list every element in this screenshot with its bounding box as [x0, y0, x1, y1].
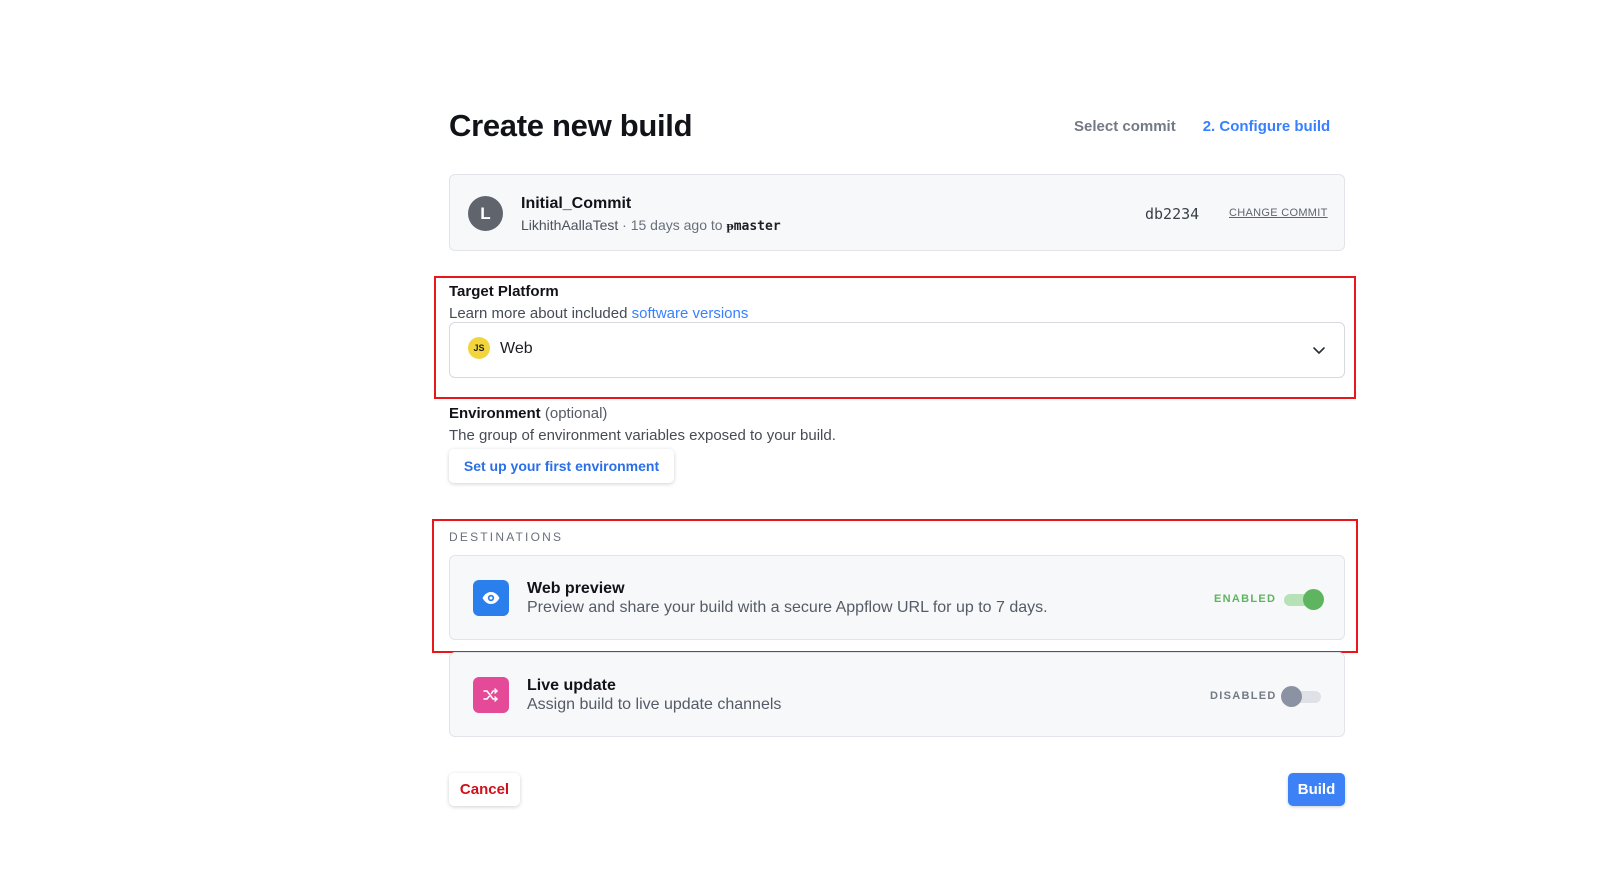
commit-meta: LikhithAallaTest · 15 days ago to ᵽmaste… — [521, 217, 781, 234]
javascript-icon: JS — [468, 337, 490, 359]
destinations-heading: DESTINATIONS — [449, 530, 564, 544]
web-preview-toggle[interactable] — [1282, 589, 1324, 610]
page-title: Create new build — [449, 108, 693, 143]
build-button[interactable]: Build — [1288, 773, 1345, 806]
live-update-description: Assign build to live update channels — [527, 696, 782, 713]
step-select-commit[interactable]: Select commit — [1074, 118, 1176, 135]
cancel-button[interactable]: Cancel — [449, 773, 520, 806]
git-branch-icon: ᵽ — [726, 219, 734, 234]
step-configure-build[interactable]: 2. Configure build — [1203, 118, 1331, 135]
target-platform-label: Target Platform — [449, 283, 559, 300]
web-preview-title: Web preview — [527, 580, 625, 597]
commit-branch: master — [733, 219, 781, 234]
commit-author: LikhithAallaTest — [521, 217, 619, 233]
live-update-toggle[interactable] — [1281, 686, 1321, 707]
toggle-knob — [1281, 686, 1302, 707]
commit-card: L Initial_Commit LikhithAallaTest · 15 d… — [449, 174, 1345, 251]
setup-environment-button[interactable]: Set up your first environment — [449, 449, 674, 483]
shuffle-icon — [473, 677, 509, 713]
eye-icon — [473, 580, 509, 616]
environment-optional: (optional) — [544, 405, 608, 422]
chevron-down-icon — [1313, 347, 1325, 354]
commit-hash: db2234 — [1145, 205, 1200, 223]
web-preview-description: Preview and share your build with a secu… — [527, 599, 1048, 616]
destination-live-update: Live update Assign build to live update … — [449, 652, 1345, 737]
live-update-status: DISABLED — [1210, 690, 1277, 702]
commit-time: · 15 days ago to — [622, 217, 723, 233]
commit-title: Initial_Commit — [521, 195, 632, 212]
toggle-knob — [1303, 589, 1324, 610]
environment-help: The group of environment variables expos… — [449, 427, 836, 444]
web-preview-status: ENABLED — [1214, 593, 1277, 605]
environment-label-text: Environment — [449, 405, 541, 422]
environment-label: Environment (optional) — [449, 405, 607, 422]
build-steps: Select commit 2. Configure build — [1074, 118, 1330, 135]
target-platform-select[interactable]: JS Web — [449, 322, 1345, 378]
avatar: L — [468, 196, 503, 231]
destination-web-preview: Web preview Preview and share your build… — [449, 555, 1345, 640]
target-platform-help: Learn more about included software versi… — [449, 305, 748, 322]
selected-platform: Web — [500, 340, 533, 357]
live-update-title: Live update — [527, 677, 616, 694]
help-text: Learn more about included — [449, 305, 628, 322]
change-commit-link[interactable]: CHANGE COMMIT — [1229, 207, 1328, 219]
software-versions-link[interactable]: software versions — [632, 305, 749, 322]
